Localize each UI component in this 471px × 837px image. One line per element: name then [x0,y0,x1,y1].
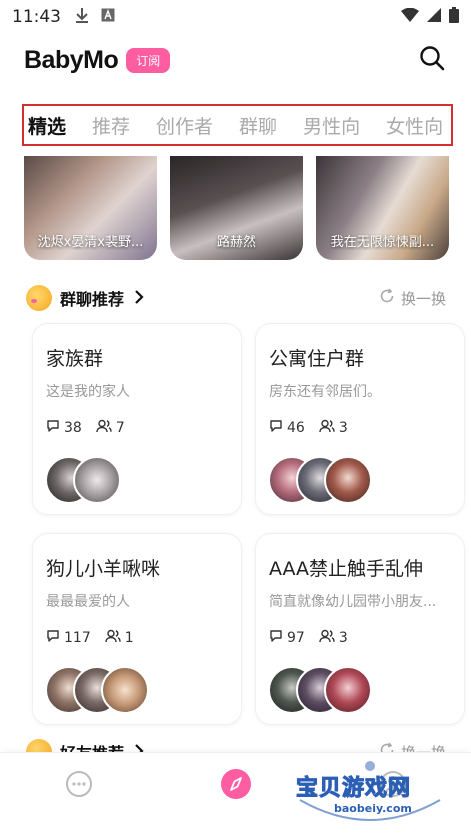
avatar [324,456,372,504]
group-description: 简直就像幼儿园带小朋友... [269,594,437,610]
category-tabs: 精选 推荐 创作者 群聊 男性向 女性向 [22,104,453,146]
group-name: 公寓住户群 [269,348,365,370]
bottom-nav [0,752,471,837]
group-card[interactable]: 狗儿小羊啾咪 最最最爱的人 117 1 [32,533,242,725]
refresh-button[interactable]: 换一换 [379,288,446,309]
tab-female-oriented[interactable]: 女性向 [386,112,443,139]
wifi-icon [401,7,419,27]
tab-featured[interactable]: 精选 [28,112,66,139]
members-icon [319,629,339,647]
creator-card[interactable]: 我在无限惊悚副... [316,156,449,260]
tab-group-chat[interactable]: 群聊 [239,112,277,139]
search-button[interactable] [417,45,447,75]
group-stats: 38 7 [46,419,228,437]
member-avatars [268,456,372,504]
group-card[interactable]: 公寓住户群 房东还有邻居们。 46 3 [255,323,465,515]
refresh-icon [379,288,395,308]
nav-chat-button[interactable] [62,769,96,803]
member-avatars [268,666,372,714]
a-icon [101,8,115,26]
avatar [73,456,121,504]
tab-male-oriented[interactable]: 男性向 [303,112,360,139]
message-count: 117 [64,630,91,646]
group-section-title[interactable]: 群聊推荐 [60,286,124,310]
app-logo: BabyMo [24,45,119,74]
members-icon [319,419,339,437]
group-name: AAA禁止触手乱伸 [269,558,424,580]
member-avatars [45,666,149,714]
creator-name: 我在无限惊悚副... [330,235,435,250]
message-count: 38 [64,420,82,436]
comment-icon [269,629,287,647]
group-name: 家族群 [46,348,104,370]
member-count: 1 [124,630,134,646]
battery-icon [449,6,459,28]
group-section-header: 群聊推荐 换一换 [26,284,446,312]
search-icon [419,45,445,75]
download-icon [75,7,89,27]
subscribe-badge[interactable]: 订阅 [126,47,171,73]
party-emoji-icon [26,285,52,311]
profile-nav-icon [378,769,408,803]
members-icon [96,419,116,437]
discover-nav-icon [220,768,252,804]
message-count: 46 [287,420,305,436]
member-count: 7 [115,420,125,436]
creator-carousel: 沈烬x晏清x裴野... 路赫然 我在无限惊悚副... [24,156,471,260]
creator-name: 路赫然 [216,235,256,250]
group-card[interactable]: 家族群 这是我的家人 38 7 [32,323,242,515]
member-count: 3 [338,630,348,646]
group-name: 狗儿小羊啾咪 [46,558,161,580]
chat-nav-icon [64,769,94,803]
nav-profile-button[interactable] [376,769,410,803]
member-avatars [45,456,121,504]
group-stats: 117 1 [46,629,228,647]
comment-icon [46,629,64,647]
message-count: 97 [287,630,305,646]
group-card[interactable]: AAA禁止触手乱伸 简直就像幼儿园带小朋友... 97 3 [255,533,465,725]
member-count: 3 [338,420,348,436]
status-time: 11:43 [12,7,61,27]
creator-card[interactable]: 路赫然 [170,156,303,260]
group-description: 房东还有邻居们。 [269,384,381,400]
status-bar: 11:43 [0,0,471,34]
group-stats: 97 3 [269,629,451,647]
members-icon [105,629,125,647]
nav-discover-button[interactable] [219,769,253,803]
chevron-right-icon[interactable] [134,289,144,308]
avatar [101,666,149,714]
group-description: 最最最爱的人 [46,594,130,610]
group-stats: 46 3 [269,419,451,437]
app-header: BabyMo 订阅 [0,40,471,80]
signal-icon [427,7,441,27]
refresh-label: 换一换 [400,289,446,308]
comment-icon [269,419,287,437]
creator-card[interactable]: 沈烬x晏清x裴野... [24,156,157,260]
avatar [324,666,372,714]
comment-icon [46,419,64,437]
tab-creators[interactable]: 创作者 [156,112,213,139]
group-description: 这是我的家人 [46,384,130,400]
creator-name: 沈烬x晏清x裴野... [37,235,144,250]
tab-recommended[interactable]: 推荐 [92,112,130,139]
